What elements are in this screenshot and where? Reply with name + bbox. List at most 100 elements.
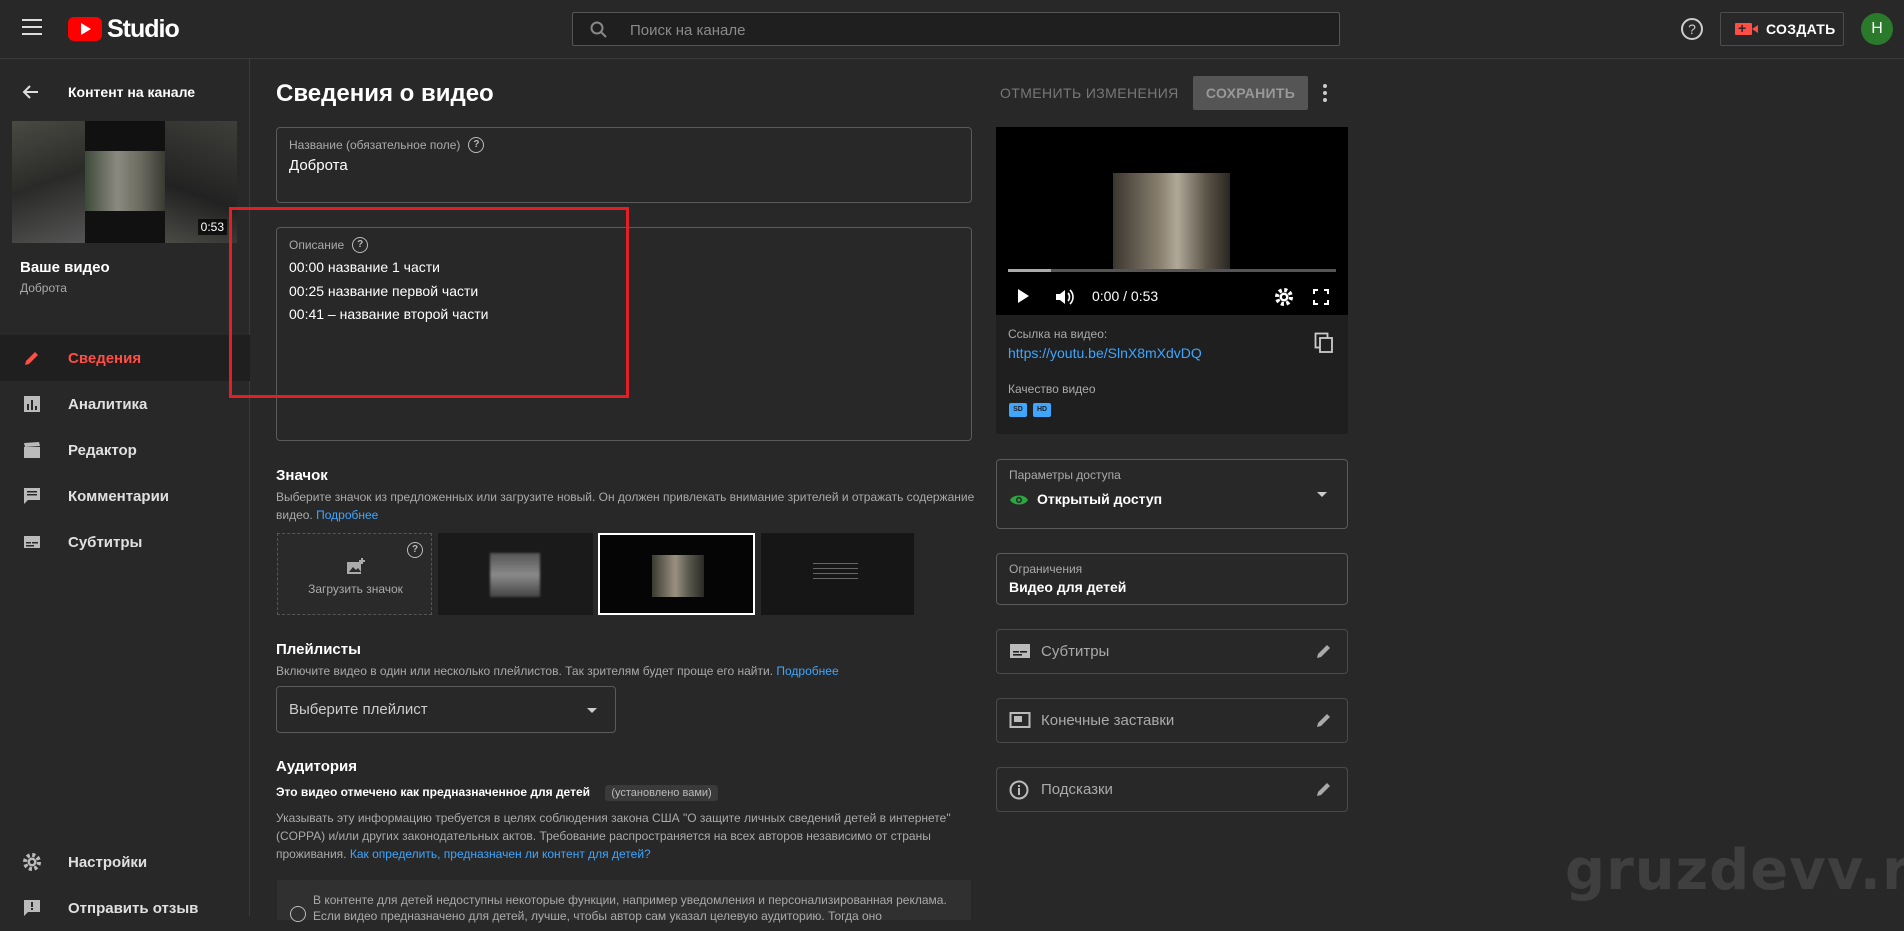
sidebar-item-comments[interactable]: Комментарии: [0, 473, 250, 519]
play-icon[interactable]: [1018, 289, 1029, 303]
sidebar-item-label: Отправить отзыв: [68, 899, 199, 917]
video-player[interactable]: 0:00 / 0:53: [996, 127, 1348, 315]
back-row: Контент на канале: [0, 81, 250, 105]
youtube-logo-icon: [68, 17, 102, 41]
create-button[interactable]: СОЗДАТЬ: [1720, 12, 1844, 46]
info-icon: [290, 906, 306, 922]
video-link-label: Ссылка на видео:: [1008, 327, 1108, 341]
edit-pencil-icon[interactable]: [1315, 780, 1333, 798]
eye-icon: [1010, 495, 1028, 505]
search-input[interactable]: [628, 13, 1332, 47]
thumbnail-option-3[interactable]: [761, 533, 914, 615]
description-text[interactable]: 00:00 название 1 части 00:25 название пе…: [289, 256, 488, 327]
sidebar: Контент на канале 0:53 Ваше видео Доброт…: [0, 59, 250, 917]
your-video-title: Доброта: [20, 281, 67, 295]
settings-gear-icon[interactable]: [1274, 287, 1294, 307]
audience-set-by-you-badge: (установлено вами): [605, 785, 718, 801]
title-field-label-row: Название (обязательное поле) ?: [289, 137, 485, 153]
thumbnail-more-link[interactable]: Подробнее: [316, 508, 378, 522]
sidebar-item-analytics[interactable]: Аналитика: [0, 381, 250, 427]
undo-changes-button[interactable]: ОТМЕНИТЬ ИЗМЕНЕНИЯ: [1000, 76, 1179, 110]
sidebar-item-settings[interactable]: Настройки: [0, 839, 250, 885]
video-link[interactable]: https://youtu.be/SlnX8mXdvDQ: [1008, 345, 1202, 361]
audience-section-title: Аудитория: [276, 758, 357, 775]
studio-logo[interactable]: Studio: [68, 14, 180, 43]
channel-search[interactable]: [572, 12, 1340, 47]
help-icon[interactable]: ?: [352, 237, 369, 253]
upload-thumbnail-button[interactable]: ? Загрузить значок: [277, 533, 432, 615]
video-time: 0:00 / 0:53: [1092, 288, 1159, 304]
title-field[interactable]: Название (обязательное поле) ? Доброта: [276, 127, 972, 203]
video-camera-icon: [1735, 20, 1758, 36]
video-progress-bar[interactable]: [1008, 269, 1336, 272]
end-screens-card[interactable]: Конечные заставки: [996, 698, 1348, 743]
playlist-select-placeholder: Выберите плейлист: [289, 701, 428, 718]
volume-icon[interactable]: [1054, 287, 1076, 307]
search-icon: [590, 21, 607, 38]
audience-help-link[interactable]: Как определить, предназначен ли контент …: [350, 847, 651, 861]
feedback-icon: [20, 896, 44, 920]
back-title[interactable]: Контент на канале: [68, 84, 195, 100]
video-quality-label: Качество видео: [1008, 382, 1096, 396]
copy-icon[interactable]: [1314, 332, 1334, 354]
site-watermark: gruzdevv.ru: [1565, 838, 1904, 903]
audience-info-text: В контенте для детей недоступны некоторы…: [313, 893, 947, 923]
menu-icon[interactable]: [22, 19, 42, 35]
thumbnail-section-title: Значок: [276, 467, 328, 484]
sidebar-item-label: Сведения: [68, 349, 142, 367]
description-label: Описание: [289, 238, 345, 252]
edit-pencil-icon[interactable]: [1315, 642, 1333, 660]
access-settings-value: Открытый доступ: [1037, 491, 1163, 507]
audience-section-text: Указывать эту информацию требуется в цел…: [276, 809, 966, 863]
fullscreen-icon[interactable]: [1312, 288, 1330, 306]
avatar[interactable]: Н: [1861, 13, 1893, 45]
sidebar-item-label: Редактор: [68, 441, 137, 459]
thumbnail-section-text: Выберите значок из предложенных или загр…: [276, 488, 976, 524]
title-field-label: Название (обязательное поле): [289, 138, 461, 152]
restrictions-label: Ограничения: [1009, 562, 1083, 576]
sidebar-item-editor[interactable]: Редактор: [0, 427, 250, 473]
video-frame: [1113, 173, 1230, 271]
sidebar-item-subtitles[interactable]: Субтитры: [0, 519, 250, 565]
add-image-icon: [347, 558, 365, 574]
subtitles-card[interactable]: Субтитры: [996, 629, 1348, 674]
upload-thumbnail-label: Загрузить значок: [308, 582, 403, 596]
save-button[interactable]: СОХРАНИТЬ: [1193, 76, 1308, 110]
help-icon[interactable]: ?: [468, 137, 485, 153]
help-icon[interactable]: ?: [1681, 18, 1703, 40]
subtitles-icon: [1010, 644, 1030, 658]
playlists-more-link[interactable]: Подробнее: [776, 664, 838, 678]
page-title: Сведения о видео: [276, 80, 494, 107]
pencil-icon: [20, 346, 44, 370]
back-arrow-icon[interactable]: [22, 83, 40, 101]
comments-icon: [20, 484, 44, 508]
sidebar-video-thumbnail[interactable]: 0:53: [12, 121, 237, 243]
description-field[interactable]: Описание ? 00:00 название 1 части 00:25 …: [276, 227, 972, 441]
dropdown-arrow-icon: [587, 708, 597, 713]
edit-pencil-icon[interactable]: [1315, 711, 1333, 729]
title-field-value[interactable]: Доброта: [289, 157, 348, 174]
sidebar-item-label: Настройки: [68, 853, 148, 871]
your-video-label: Ваше видео: [20, 259, 110, 276]
thumbnail-option-2-selected[interactable]: [598, 533, 755, 615]
audience-info-box: В контенте для детей недоступны некоторы…: [277, 880, 971, 923]
hd-quality-badge: HD: [1033, 403, 1051, 417]
logo-text: Studio: [107, 14, 180, 43]
thumbnail-option-1[interactable]: [438, 533, 593, 615]
sidebar-item-feedback[interactable]: Отправить отзыв: [0, 885, 250, 931]
cards-card[interactable]: Подсказки: [996, 767, 1348, 812]
audience-marked-row: Это видео отмечено как предназначенное д…: [276, 785, 718, 801]
sidebar-item-label: Комментарии: [68, 487, 170, 505]
top-bar: Studio ? СОЗДАТЬ Н: [0, 0, 1904, 59]
info-icon: [1009, 780, 1029, 800]
access-settings-select[interactable]: Параметры доступа Открытый доступ: [996, 459, 1348, 529]
help-icon[interactable]: ?: [407, 542, 423, 558]
restrictions-value: Видео для детей: [1009, 579, 1127, 595]
playlists-hint: Включите видео в один или несколько плей…: [276, 664, 774, 678]
sidebar-item-details[interactable]: Сведения: [0, 335, 250, 381]
more-options-icon[interactable]: [1322, 84, 1328, 104]
playlist-select[interactable]: Выберите плейлист: [276, 686, 616, 733]
clapperboard-icon: [20, 438, 44, 462]
cards-card-label: Подсказки: [1041, 781, 1113, 798]
end-screens-card-label: Конечные заставки: [1041, 712, 1175, 729]
